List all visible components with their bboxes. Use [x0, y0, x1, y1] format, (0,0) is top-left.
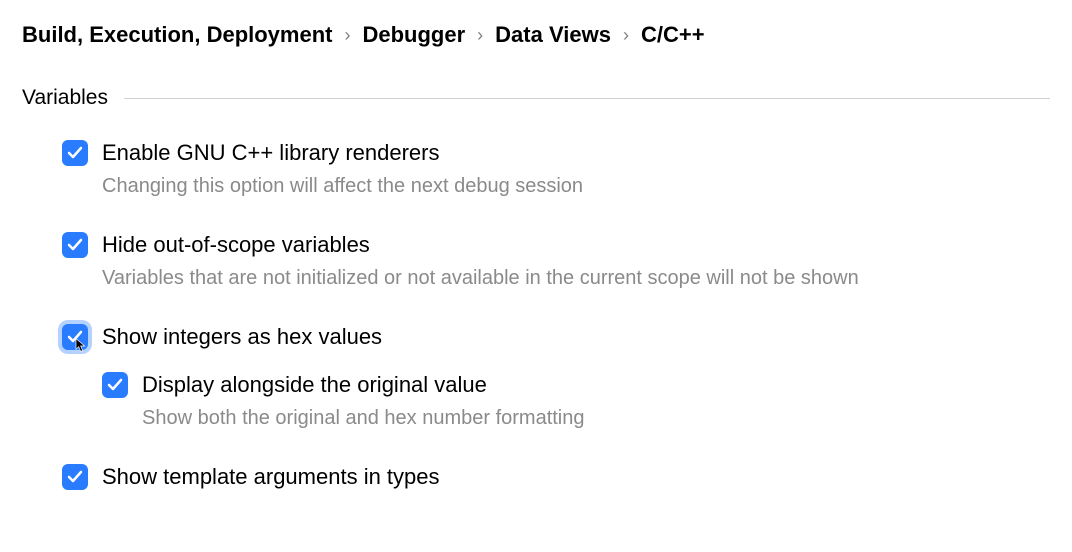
- breadcrumb-item-ccpp[interactable]: C/C++: [641, 22, 705, 48]
- chevron-right-icon: ›: [623, 25, 629, 46]
- option-group-template-args: Show template arguments in types: [62, 464, 1050, 490]
- section-divider: [124, 98, 1050, 99]
- option-row-gnu-renderers[interactable]: Enable GNU C++ library renderers: [62, 140, 1050, 166]
- option-label: Show template arguments in types: [102, 464, 440, 490]
- check-icon: [67, 145, 83, 161]
- breadcrumb-item-build[interactable]: Build, Execution, Deployment: [22, 22, 332, 48]
- check-icon: [107, 377, 123, 393]
- checkbox-gnu-renderers[interactable]: [62, 140, 88, 166]
- checkbox-hide-out-of-scope[interactable]: [62, 232, 88, 258]
- breadcrumb-item-debugger[interactable]: Debugger: [362, 22, 465, 48]
- nested-option-display-alongside: Display alongside the original value Sho…: [62, 372, 1050, 432]
- checkbox-display-alongside[interactable]: [102, 372, 128, 398]
- check-icon: [67, 469, 83, 485]
- options-list: Enable GNU C++ library renderers Changin…: [22, 140, 1050, 490]
- option-row-display-alongside[interactable]: Display alongside the original value: [102, 372, 1050, 398]
- option-row-template-args[interactable]: Show template arguments in types: [62, 464, 1050, 490]
- option-label: Hide out-of-scope variables: [102, 232, 370, 258]
- option-label: Enable GNU C++ library renderers: [102, 140, 439, 166]
- chevron-right-icon: ›: [477, 25, 483, 46]
- section-header-variables: Variables: [22, 86, 1050, 110]
- breadcrumb-item-data-views[interactable]: Data Views: [495, 22, 611, 48]
- option-desc: Changing this option will affect the nex…: [102, 172, 1050, 200]
- option-label: Show integers as hex values: [102, 324, 382, 350]
- section-title: Variables: [22, 86, 108, 110]
- option-desc: Variables that are not initialized or no…: [102, 264, 1050, 292]
- option-desc: Show both the original and hex number fo…: [142, 404, 1050, 432]
- check-icon: [67, 329, 83, 345]
- option-row-hide-out-of-scope[interactable]: Hide out-of-scope variables: [62, 232, 1050, 258]
- checkbox-template-args[interactable]: [62, 464, 88, 490]
- option-label: Display alongside the original value: [142, 372, 487, 398]
- checkbox-show-hex[interactable]: [62, 324, 88, 350]
- check-icon: [67, 237, 83, 253]
- breadcrumb: Build, Execution, Deployment › Debugger …: [22, 22, 1050, 48]
- option-row-show-hex[interactable]: Show integers as hex values: [62, 324, 1050, 350]
- chevron-right-icon: ›: [344, 25, 350, 46]
- option-group-show-hex: Show integers as hex values Display alon…: [62, 324, 1050, 432]
- option-group-gnu-renderers: Enable GNU C++ library renderers Changin…: [62, 140, 1050, 200]
- option-group-hide-out-of-scope: Hide out-of-scope variables Variables th…: [62, 232, 1050, 292]
